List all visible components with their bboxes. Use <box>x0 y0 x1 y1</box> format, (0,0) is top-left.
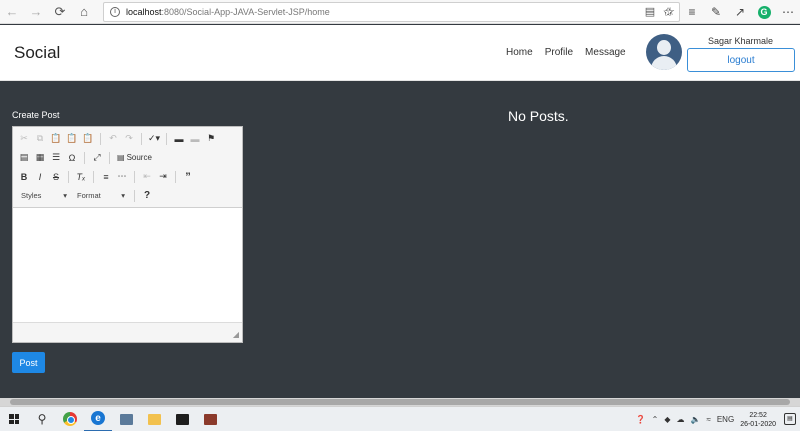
forward-icon[interactable]: → <box>24 0 48 24</box>
favorites-bar-icon[interactable]: ✩ <box>656 0 680 24</box>
paste-icon[interactable]: 📋 <box>49 132 63 146</box>
nav-links: Home Profile Message <box>506 47 626 58</box>
source-icon: ▤ <box>117 153 125 162</box>
app-icon-2[interactable] <box>196 407 224 431</box>
language-indicator[interactable]: ENG <box>717 415 734 424</box>
rich-text-editor: ✂ ⧉ 📋 📋 📋 ↶ ↷ ✓▾ ▬ ▬ ⚑ ▤ ▦ ☰ Ω ⤢ ▤ Sourc… <box>12 126 243 343</box>
unlink-icon[interactable]: ▬ <box>188 132 202 146</box>
share-icon[interactable]: ↗ <box>728 0 752 24</box>
system-tray: ❓ ⌃ ◆ ☁ 🔈 ≈ ENG 22:52 26-01-2020 <box>636 407 776 431</box>
brand-logo[interactable]: Social <box>14 43 60 63</box>
back-icon[interactable]: ← <box>0 0 24 24</box>
undo-icon[interactable]: ↶ <box>106 132 120 146</box>
outdent-icon[interactable]: ⇤ <box>140 170 154 184</box>
volume-icon[interactable]: 🔈 <box>690 415 700 424</box>
remove-format-icon[interactable]: Tₓ <box>74 170 88 184</box>
windows-taskbar: ⚲ e ❓ ⌃ ◆ ☁ 🔈 ≈ ENG 22:52 26-01-2020 ▤ <box>0 406 800 431</box>
help-icon[interactable]: ? <box>140 189 154 203</box>
format-label: Format <box>77 191 101 200</box>
link-icon[interactable]: ▬ <box>172 132 186 146</box>
main-content: Create Post No Posts. ✂ ⧉ 📋 📋 📋 ↶ ↷ ✓▾ ▬… <box>0 82 800 398</box>
username: Sagar Kharmale <box>708 36 774 46</box>
maximize-icon[interactable]: ⤢ <box>90 151 104 165</box>
spellcheck-icon[interactable]: ✓▾ <box>147 132 161 146</box>
edge-icon[interactable]: e <box>84 407 112 431</box>
url-path: :8080/Social-App-JAVA-Servlet-JSP/home <box>161 7 330 17</box>
clock-date: 26-01-2020 <box>740 420 776 428</box>
strike-icon[interactable]: S <box>49 170 63 184</box>
format-dropdown[interactable]: Format ▾ <box>73 189 129 203</box>
editor-toolbar: ✂ ⧉ 📋 📋 📋 ↶ ↷ ✓▾ ▬ ▬ ⚑ ▤ ▦ ☰ Ω ⤢ ▤ Sourc… <box>13 127 242 208</box>
chevron-down-icon: ▾ <box>63 191 67 200</box>
pen-icon[interactable]: ✎ <box>704 0 728 24</box>
horizontal-scrollbar[interactable] <box>0 398 800 406</box>
wifi-icon[interactable]: ≈ <box>706 415 710 424</box>
search-icon[interactable]: ⚲ <box>28 407 56 431</box>
blockquote-icon[interactable]: ” <box>181 170 195 184</box>
help-tray-icon[interactable]: ❓ <box>636 415 646 424</box>
notification-icon[interactable]: ▤ <box>784 413 796 425</box>
copy-icon[interactable]: ⧉ <box>33 132 47 146</box>
app-navbar: Social Home Profile Message Sagar Kharma… <box>0 25 800 81</box>
anchor-flag-icon[interactable]: ⚑ <box>204 132 218 146</box>
nav-link-home[interactable]: Home <box>506 47 533 58</box>
source-label: Source <box>126 153 152 162</box>
grammarly-extension-icon[interactable]: G <box>752 0 776 24</box>
styles-label: Styles <box>21 191 42 200</box>
editor-footer: ◢ <box>13 322 242 342</box>
clock[interactable]: 22:52 26-01-2020 <box>740 411 776 429</box>
chrome-icon[interactable] <box>56 407 84 431</box>
image-icon[interactable]: ▤ <box>17 151 31 165</box>
nav-link-profile[interactable]: Profile <box>545 47 573 58</box>
terminal-icon[interactable] <box>168 407 196 431</box>
scrollbar-thumb[interactable] <box>10 399 790 405</box>
home-icon[interactable]: ⌂ <box>72 0 96 24</box>
paste-text-icon[interactable]: 📋 <box>65 132 79 146</box>
more-menu-icon[interactable]: ⋯ <box>776 0 800 24</box>
paste-word-icon[interactable]: 📋 <box>81 132 95 146</box>
horizontal-line-icon[interactable]: ☰ <box>49 151 63 165</box>
refresh-icon[interactable]: ⟳ <box>48 0 72 24</box>
special-char-icon[interactable]: Ω <box>65 151 79 165</box>
no-posts-message: No Posts. <box>508 108 569 124</box>
chevron-down-icon: ▾ <box>121 191 125 200</box>
dropbox-icon[interactable]: ◆ <box>664 415 670 424</box>
logout-button[interactable]: logout <box>687 48 795 72</box>
create-post-label: Create Post <box>12 110 60 120</box>
browser-toolbar: ← → ⟳ ⌂ i localhost:8080/Social-App-JAVA… <box>0 0 800 24</box>
table-icon[interactable]: ▦ <box>33 151 47 165</box>
clock-time: 22:52 <box>749 411 767 419</box>
bold-icon[interactable]: B <box>17 170 31 184</box>
editor-content-area[interactable] <box>13 208 242 322</box>
cut-icon[interactable]: ✂ <box>17 132 31 146</box>
numbered-list-icon[interactable]: ≡ <box>99 170 113 184</box>
source-button[interactable]: ▤ Source <box>115 153 154 162</box>
site-info-icon[interactable]: i <box>110 7 120 17</box>
post-button[interactable]: Post <box>12 352 45 373</box>
indent-icon[interactable]: ⇥ <box>156 170 170 184</box>
url-host: localhost <box>126 7 162 17</box>
reading-list-icon[interactable]: ≡ <box>680 0 704 24</box>
reading-view-icon[interactable]: ▤ <box>645 5 655 18</box>
cloud-icon[interactable]: ☁ <box>676 415 684 424</box>
nav-link-message[interactable]: Message <box>585 47 626 58</box>
chevron-up-icon[interactable]: ⌃ <box>652 415 659 424</box>
file-explorer-icon[interactable] <box>140 407 168 431</box>
app-icon[interactable] <box>112 407 140 431</box>
redo-icon[interactable]: ↷ <box>122 132 136 146</box>
avatar[interactable] <box>646 34 682 70</box>
resize-grip-icon[interactable]: ◢ <box>233 330 239 339</box>
italic-icon[interactable]: I <box>33 170 47 184</box>
address-bar[interactable]: i localhost:8080/Social-App-JAVA-Servlet… <box>103 2 680 22</box>
styles-dropdown[interactable]: Styles ▾ <box>17 189 71 203</box>
windows-start-icon[interactable] <box>0 407 28 431</box>
bulleted-list-icon[interactable]: ⋯ <box>115 170 129 184</box>
